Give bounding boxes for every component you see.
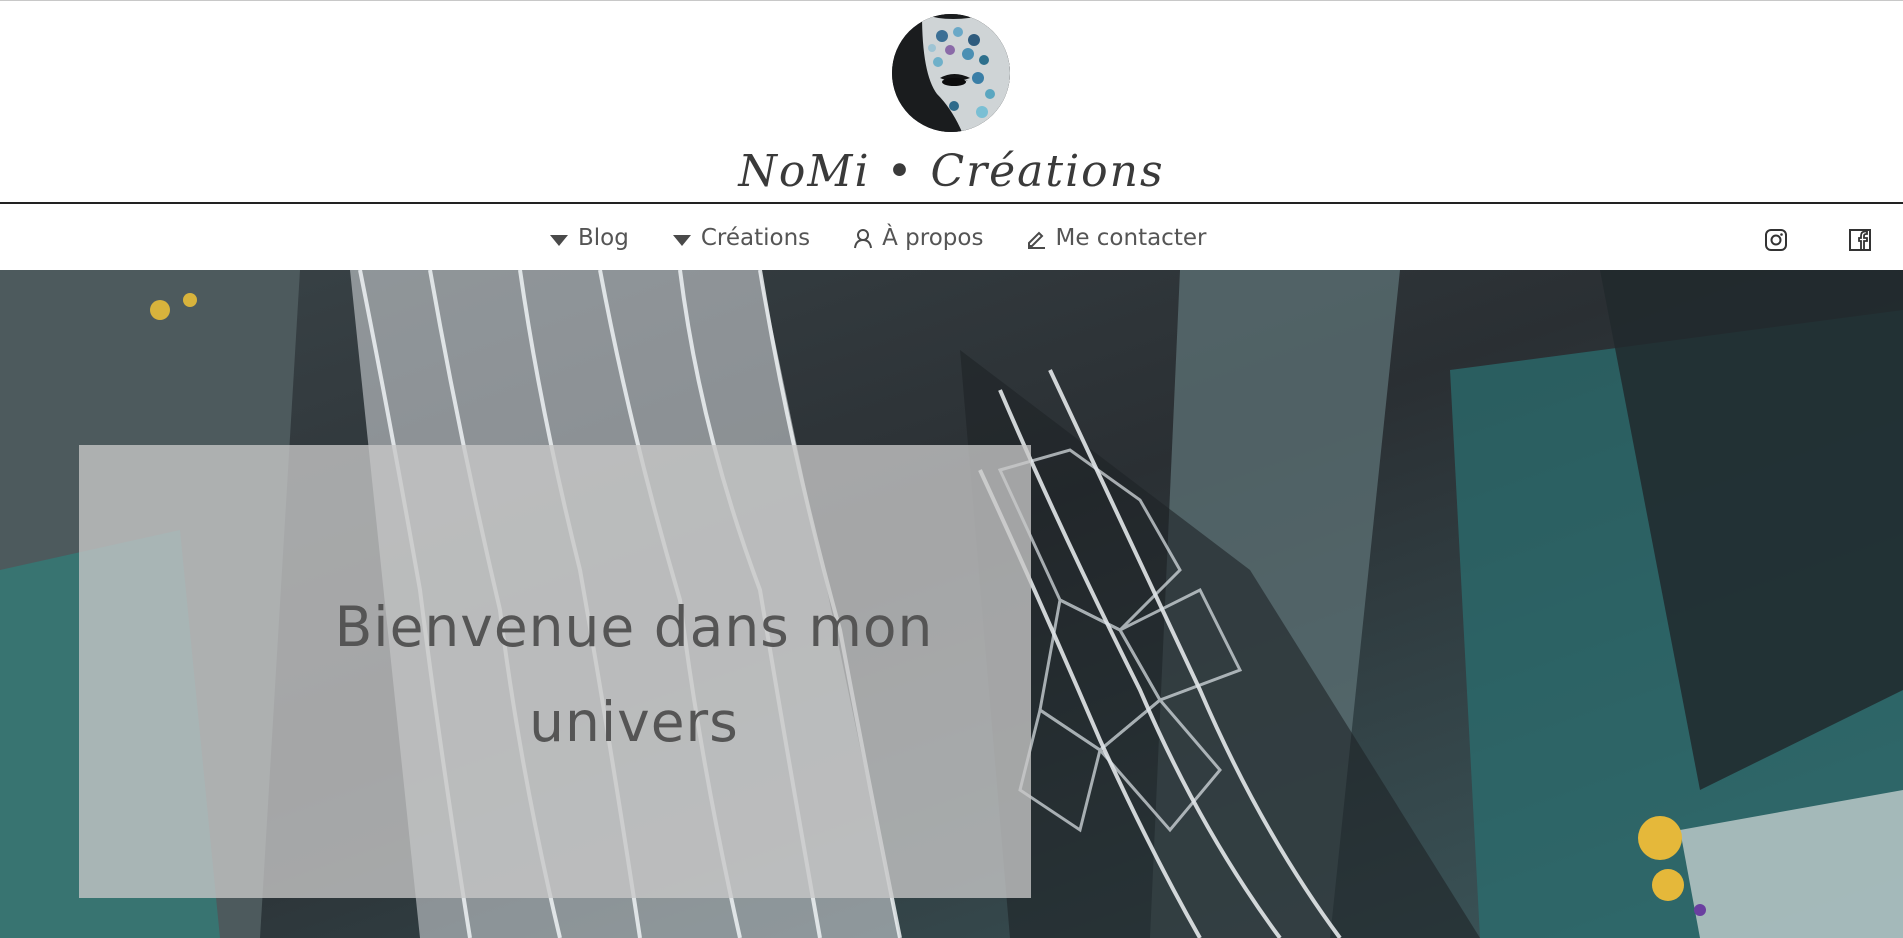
nav-label-a-propos: À propos: [882, 225, 984, 251]
facebook-link[interactable]: [1848, 228, 1872, 252]
main-nav: Blog Créations À propos Me contacter: [0, 204, 1903, 270]
nav-label-creations: Créations: [700, 225, 811, 251]
nav-label-contact: Me contacter: [1055, 225, 1207, 251]
logo-avatar[interactable]: [892, 14, 1010, 132]
hero-title-line1: Bienvenue dans mon: [334, 595, 934, 659]
instagram-icon: [1765, 229, 1787, 251]
painted-face-logo-icon: [892, 14, 1010, 132]
caret-down-icon: [548, 227, 570, 249]
nav-item-contact[interactable]: Me contacter: [1025, 222, 1206, 254]
nav-menu: Blog Créations À propos Me contacter: [548, 222, 1206, 254]
caret-down-icon: [671, 227, 693, 249]
user-icon: [852, 227, 874, 249]
hero-title: Bienvenue dans mon univers: [219, 580, 1049, 770]
hero-panel: Bienvenue dans mon univers: [79, 445, 1031, 898]
social-links: [1764, 228, 1872, 252]
top-border: [0, 0, 1903, 1]
hero-section: Bienvenue dans mon univers: [0, 270, 1903, 938]
site-title[interactable]: NoMi • Créations: [0, 142, 1903, 202]
nav-item-creations[interactable]: Créations: [671, 222, 810, 254]
pencil-icon: [1025, 227, 1047, 249]
facebook-icon: [1849, 229, 1871, 251]
nav-label-blog: Blog: [578, 225, 629, 251]
hero-title-line2: univers: [529, 690, 739, 754]
nav-item-a-propos[interactable]: À propos: [852, 222, 983, 254]
instagram-link[interactable]: [1764, 228, 1788, 252]
nav-item-blog[interactable]: Blog: [548, 222, 629, 254]
